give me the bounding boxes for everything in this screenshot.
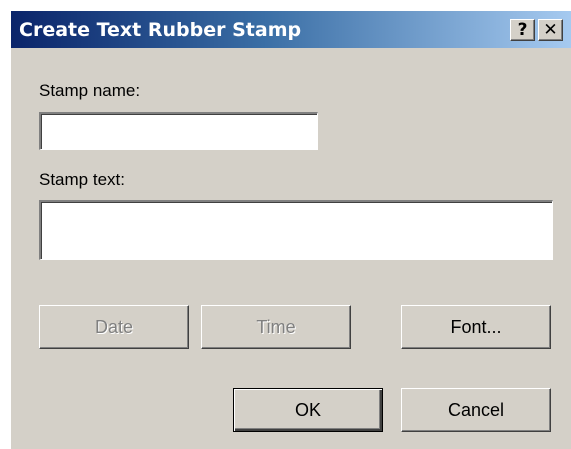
help-icon: ? xyxy=(517,20,528,40)
close-button[interactable]: ✕ xyxy=(538,19,563,41)
dialog-title: Create Text Rubber Stamp xyxy=(19,19,302,41)
stamp-name-label: Stamp name: xyxy=(39,81,141,100)
create-text-rubber-stamp-dialog: Create Text Rubber Stamp ? ✕ Stamp name:… xyxy=(10,10,571,449)
date-button[interactable]: Date xyxy=(39,305,189,349)
stamp-text-label: Stamp text: xyxy=(39,170,125,189)
close-icon: ✕ xyxy=(543,20,558,40)
cancel-button[interactable]: Cancel xyxy=(401,388,551,432)
help-button[interactable]: ? xyxy=(510,19,535,41)
font-button[interactable]: Font... xyxy=(401,305,551,349)
time-button[interactable]: Time xyxy=(201,305,351,349)
ok-button[interactable]: OK xyxy=(233,388,383,432)
title-bar[interactable]: Create Text Rubber Stamp ? ✕ xyxy=(11,11,571,48)
stamp-text-input[interactable] xyxy=(39,200,553,260)
stamp-name-input[interactable] xyxy=(39,112,318,150)
